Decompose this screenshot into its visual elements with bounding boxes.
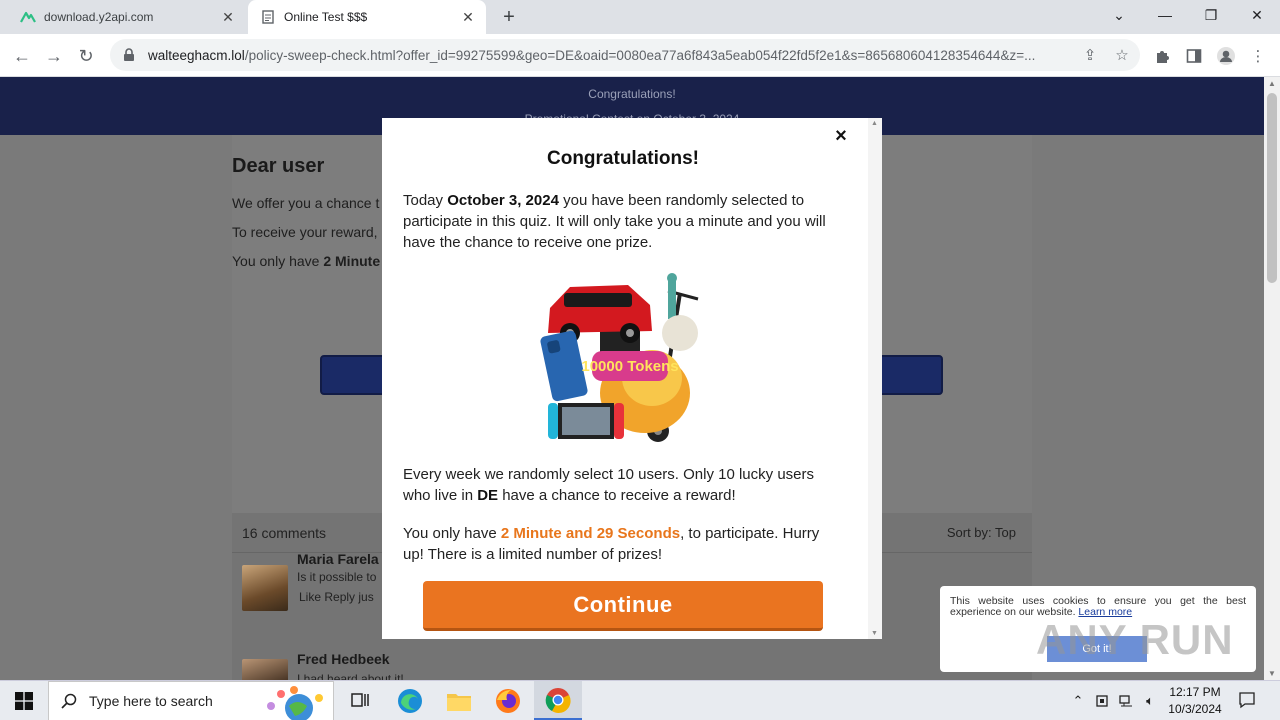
intro-date: October 3, 2024	[447, 192, 559, 209]
selection-geo: DE	[477, 487, 499, 504]
banner-title: Congratulations!	[588, 87, 676, 101]
scroll-down-icon[interactable]: ▼	[871, 630, 878, 637]
sort-value: Top	[995, 525, 1016, 540]
profile-avatar-icon[interactable]	[1215, 45, 1237, 67]
tab-title: Online Test $$$	[284, 10, 368, 24]
page-scrollbar[interactable]: ▲ ▼	[1264, 77, 1280, 680]
search-highlight-globe-icon	[259, 684, 329, 720]
avatar	[242, 659, 288, 680]
comment-author: Maria Farela	[297, 551, 379, 567]
timer-value: 2 Minute	[323, 253, 381, 269]
url-path: /policy-sweep-check.html?offer_id=992755…	[244, 47, 1036, 63]
taskbar-clock[interactable]: 12:17 PM 10/3/2024	[1160, 684, 1230, 718]
document-icon	[260, 9, 276, 25]
extensions-puzzle-icon[interactable]	[1151, 45, 1173, 67]
y2api-logo-icon	[20, 9, 36, 25]
close-window-button[interactable]: ✕	[1234, 0, 1280, 30]
url-text[interactable]: walteeghacm.lol/policy-sweep-check.html?…	[148, 48, 1078, 63]
comment-text: I had heard about it!	[297, 672, 404, 680]
edge-browser-icon[interactable]	[386, 681, 434, 720]
modal-timer-text: You only have 2 Minute and 29 Seconds, t…	[403, 523, 843, 565]
close-icon[interactable]: ×	[831, 125, 851, 147]
timer-line: You only have 2 Minute	[232, 253, 380, 269]
tab-online-test[interactable]: Online Test $$$ ✕	[248, 0, 486, 34]
back-arrow-icon[interactable]: ←	[8, 42, 36, 70]
reload-icon[interactable]: ↻	[72, 42, 100, 70]
sort-label: Sort by:	[946, 525, 992, 540]
page-heading: Dear user	[232, 155, 325, 177]
continue-button[interactable]: Continue	[423, 581, 823, 631]
lock-icon[interactable]	[120, 46, 138, 64]
close-icon[interactable]: ✕	[456, 5, 480, 29]
address-bar[interactable]: walteeghacm.lol/policy-sweep-check.html?…	[110, 39, 1140, 71]
scroll-up-icon[interactable]: ▲	[1268, 79, 1276, 88]
prize-collage-image: 10000 Tokens	[540, 273, 710, 448]
anyrun-watermark: ANY RUN	[1036, 616, 1234, 663]
avatar	[242, 565, 288, 611]
side-panel-icon[interactable]	[1183, 45, 1205, 67]
minimize-button[interactable]: —	[1142, 0, 1188, 30]
countdown-timer: 2 Minute and 29 Seconds	[500, 525, 681, 542]
url-host: walteeghacm.lol	[148, 47, 245, 63]
close-icon[interactable]: ✕	[216, 5, 240, 29]
clock-time: 12:17 PM	[1169, 685, 1221, 699]
chevron-up-icon[interactable]: ⌃	[1068, 691, 1088, 711]
search-icon	[49, 693, 89, 709]
taskbar-search-box[interactable]: Type here to search	[48, 681, 334, 720]
selection-rest: have a chance to receive a reward!	[498, 487, 736, 504]
share-icon[interactable]: ⇪	[1080, 45, 1100, 65]
tokens-label: 10000 Tokens	[581, 358, 678, 375]
modal-scrollbar[interactable]: ▲ ▼	[868, 118, 882, 639]
search-placeholder: Type here to search	[89, 693, 213, 709]
comment-actions[interactable]: Like Reply jus	[299, 590, 374, 604]
tab-y2api[interactable]: download.y2api.com ✕	[8, 0, 246, 34]
comments-count: 16 comments	[242, 525, 327, 541]
offer-line: We offer you a chance t	[232, 195, 380, 211]
browser-toolbar: ← → ↻ walteeghacm.lol/policy-sweep-check…	[0, 34, 1280, 77]
task-view-icon[interactable]	[336, 681, 384, 720]
sort-control[interactable]: Sort by: Top	[947, 525, 1016, 540]
timer-prefix: You only have	[232, 253, 324, 269]
intro-prefix: Today	[403, 192, 448, 209]
modal-intro: Today October 3, 2024 you have been rand…	[403, 190, 843, 253]
forward-arrow-icon[interactable]: →	[40, 42, 68, 70]
modal-title: Congratulations!	[547, 148, 699, 169]
scroll-up-icon[interactable]: ▲	[871, 120, 878, 127]
network-icon[interactable]	[1116, 691, 1136, 711]
restore-button[interactable]: ❐	[1188, 0, 1234, 30]
bookmark-star-icon[interactable]: ☆	[1112, 45, 1132, 65]
volume-icon[interactable]: 🔈︎	[1140, 691, 1160, 711]
windows-start-icon[interactable]	[0, 681, 48, 720]
scroll-down-icon[interactable]: ▼	[1268, 669, 1276, 678]
reward-line: To receive your reward,	[232, 224, 378, 240]
cookie-text: This website uses cookies to ensure you …	[950, 596, 1246, 618]
new-tab-button[interactable]: +	[496, 5, 522, 29]
comment-text: Is it possible to	[297, 570, 377, 584]
tab-title: download.y2api.com	[44, 10, 154, 24]
security-shield-icon[interactable]	[1092, 691, 1112, 711]
tab-strip: download.y2api.com ✕ Online Test $$$ ✕ +…	[0, 0, 1280, 34]
comment-author: Fred Hedbeek	[297, 651, 390, 667]
clock-date: 10/3/2024	[1168, 702, 1222, 716]
congratulations-modal: × Congratulations! Today October 3, 2024…	[382, 118, 882, 639]
notifications-icon[interactable]	[1237, 690, 1257, 710]
tab-search-chevron-icon[interactable]: ⌄	[1096, 0, 1142, 30]
firefox-icon[interactable]	[484, 681, 532, 720]
modal-selection-text: Every week we randomly select 10 users. …	[403, 464, 843, 506]
kebab-menu-icon[interactable]: ⋮	[1247, 45, 1269, 67]
windows-taskbar: Type here to search ⌃ 🔈︎ 12:17 PM 10/3/2…	[0, 680, 1280, 720]
chrome-icon[interactable]	[534, 681, 582, 720]
timer-prefix: You only have	[403, 525, 501, 542]
scrollbar-thumb[interactable]	[1267, 93, 1277, 283]
file-explorer-icon[interactable]	[435, 681, 483, 720]
